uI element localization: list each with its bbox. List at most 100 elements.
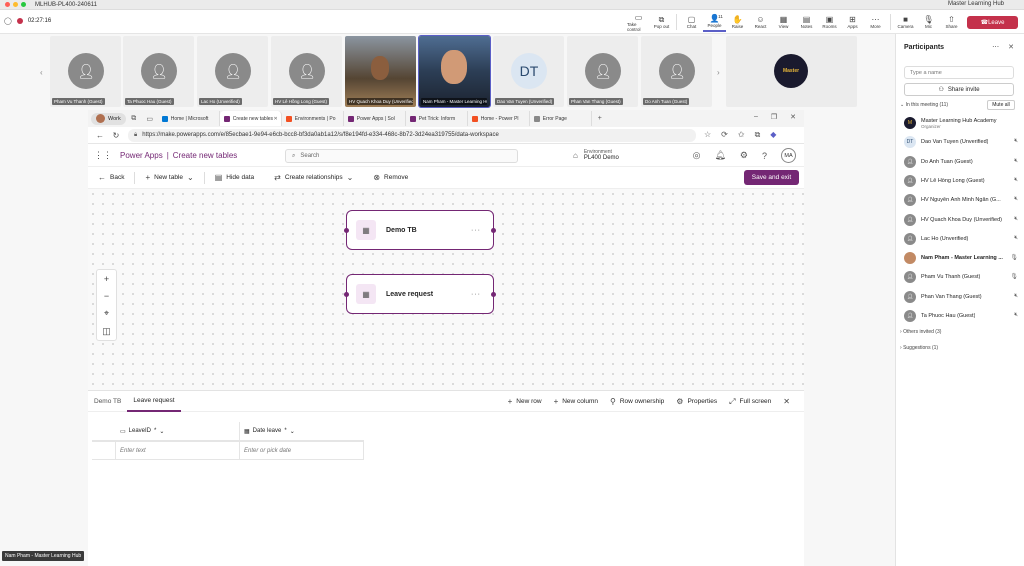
chevron-right-icon[interactable]: › bbox=[717, 68, 720, 77]
raise-button[interactable]: ✋ Raise bbox=[726, 12, 749, 32]
new-table-button[interactable]: + New table ⌄ bbox=[135, 173, 203, 182]
back-button[interactable]: ← Back bbox=[88, 173, 134, 182]
collections-icon[interactable]: ⧉ bbox=[755, 130, 761, 140]
gear-icon[interactable]: ⚙ bbox=[740, 150, 748, 161]
participant-row[interactable]: 👤︎ HV Lê Hồng Long (Guest) 🔇︎ bbox=[904, 173, 1018, 189]
more-icon[interactable]: ··· bbox=[471, 227, 481, 234]
mute-all-button[interactable]: Mute all bbox=[987, 100, 1015, 110]
participant-row[interactable]: Nam Pham - Master Learning ... 🎙︎ bbox=[904, 250, 1018, 266]
browser-tab-home-microsoft[interactable]: Home | Microsoft bbox=[158, 111, 220, 126]
mic-muted-icon[interactable]: 🔇︎ bbox=[1014, 216, 1018, 223]
share-button[interactable]: ⇧ Share bbox=[940, 12, 963, 32]
back-arrow-icon[interactable]: ← bbox=[92, 131, 108, 140]
table-node-leave-request[interactable]: ▦ Leave request ··· bbox=[344, 274, 496, 314]
bell-icon[interactable]: 🔔︎ bbox=[714, 150, 725, 161]
browser-tab-create-new-tables[interactable]: Create new tables ✕ bbox=[219, 111, 282, 126]
column-header-date-leave[interactable]: ▦ Date leave * ⌄ bbox=[240, 422, 364, 441]
apps-button[interactable]: ⊞ Apps bbox=[841, 12, 864, 32]
table-designer-canvas[interactable]: ▦ Demo TB ··· ▦ Leave request ··· + − ⌖ … bbox=[88, 189, 804, 429]
zoom-out-icon[interactable]: − bbox=[104, 291, 109, 301]
mic-muted-icon[interactable]: 🔇︎ bbox=[1014, 235, 1018, 242]
properties-button[interactable]: ⚙ Properties bbox=[670, 397, 723, 406]
new-row-button[interactable]: + New row bbox=[502, 397, 548, 406]
close-panel-button[interactable]: ✕ bbox=[777, 397, 796, 406]
close-icon[interactable]: ✕ bbox=[274, 116, 278, 122]
browser-tab-home-power-pl[interactable]: Home - Power Pl bbox=[468, 111, 530, 126]
view-button[interactable]: ▦ View bbox=[772, 12, 795, 32]
mic-button[interactable]: 🎙 Mic bbox=[917, 12, 940, 32]
participant-row[interactable]: 👤︎ HV Quach Khoa Duy (Unverified) 🔇︎ bbox=[904, 212, 1018, 228]
take-control-button[interactable]: ▭ Take control bbox=[627, 12, 650, 32]
tab-demo-tb[interactable]: Demo TB bbox=[88, 391, 127, 412]
rooms-button[interactable]: ▣ Rooms bbox=[818, 12, 841, 32]
participant-tile[interactable]: 👤︎ Phan Van Thang (Guest) bbox=[567, 36, 638, 107]
zoom-window-button[interactable] bbox=[21, 2, 26, 7]
help-icon[interactable]: ? bbox=[762, 151, 767, 161]
participant-row[interactable]: 👤︎ HV Nguyễn Ánh Minh Ngân (G... 🔇︎ bbox=[904, 192, 1018, 208]
copilot-header-icon[interactable]: ◎ bbox=[693, 150, 701, 161]
star-icon[interactable]: ☆ bbox=[704, 130, 711, 140]
chat-button[interactable]: ▢ Chat bbox=[680, 12, 703, 32]
more-icon[interactable]: ··· bbox=[471, 291, 481, 298]
participant-tile[interactable]: HV Quach Khoa Duy (Unverified) bbox=[345, 36, 416, 107]
suggestions-section[interactable]: › Suggestions (1) bbox=[900, 345, 938, 351]
environment-picker[interactable]: ⌂ Environment PL400 Demo bbox=[573, 149, 619, 162]
participant-row[interactable]: 👤︎ Lac Ho (Unverified) 🔇︎ bbox=[904, 231, 1018, 247]
participant-tile[interactable]: 👤︎ Lac Ho (Unverified) bbox=[197, 36, 268, 107]
participant-tile[interactable]: 👤︎ Do Anh Tuan (Guest) bbox=[641, 36, 712, 107]
date-leave-input[interactable]: Enter or pick date bbox=[240, 441, 364, 460]
organizer-tile[interactable]: Master bbox=[726, 36, 857, 107]
new-column-button[interactable]: + New column bbox=[548, 397, 604, 406]
create-relationships-button[interactable]: ⇄ Create relationships ⌄ bbox=[264, 173, 363, 182]
participant-tile[interactable]: 👤︎ Ta Phuoc Hau (Guest) bbox=[123, 36, 194, 107]
participant-row[interactable]: 👤︎ Phan Van Thang (Guest) 🔇︎ bbox=[904, 289, 1018, 305]
remove-button[interactable]: ⊗ Remove bbox=[363, 173, 418, 182]
search-input[interactable]: ⌕ Search bbox=[285, 149, 518, 163]
hide-data-button[interactable]: ▤ Hide data bbox=[205, 173, 264, 182]
people-button[interactable]: 👤 11 People bbox=[703, 12, 726, 32]
browser-tab-error-page[interactable]: Error Page bbox=[530, 111, 592, 126]
more-button[interactable]: ⋯ More bbox=[864, 12, 887, 32]
app-name[interactable]: Power Apps bbox=[120, 151, 163, 160]
pop-out-button[interactable]: ⧉ Pop out bbox=[650, 12, 673, 32]
mic-muted-icon[interactable]: 🔇︎ bbox=[1014, 293, 1018, 300]
url-field[interactable]: 🔒︎ https://make.powerapps.com/e/85ecbae1… bbox=[128, 128, 696, 142]
leaveid-input[interactable]: Enter text bbox=[116, 441, 240, 460]
column-header-leaveid[interactable]: ▭ LeaveID * ⌄ bbox=[116, 422, 240, 441]
zoom-in-icon[interactable]: + bbox=[104, 274, 109, 284]
mic-muted-icon[interactable]: 🔇︎ bbox=[1014, 196, 1018, 203]
map-icon[interactable]: ◫ bbox=[102, 326, 111, 337]
mic-icon[interactable]: 🎙︎ bbox=[1010, 254, 1018, 261]
minimize-window-button[interactable] bbox=[13, 2, 18, 7]
in-meeting-section[interactable]: ⌄ In this meeting (11) bbox=[900, 102, 948, 108]
leave-button[interactable]: ☎ Leave bbox=[967, 16, 1018, 29]
new-tab-icon[interactable]: + bbox=[592, 115, 608, 122]
close-window-button[interactable] bbox=[5, 2, 10, 7]
share-invite-button[interactable]: ⚇ Share invite bbox=[904, 83, 1014, 96]
participant-row[interactable]: 👤︎ Do Anh Tuan (Guest) 🔇︎ bbox=[904, 154, 1018, 170]
full-screen-button[interactable]: ⤢ Full screen bbox=[723, 397, 777, 407]
mic-icon[interactable]: 🎙︎ bbox=[1010, 273, 1018, 280]
participant-tile[interactable]: DT Dao Van Tuyen (Unverified) bbox=[493, 36, 564, 107]
react-button[interactable]: ☺ React bbox=[749, 12, 772, 32]
refresh-icon[interactable]: ↻ bbox=[108, 131, 124, 140]
camera-button[interactable]: ■ Camera bbox=[894, 12, 917, 32]
row-ownership-button[interactable]: ⚲ Row ownership bbox=[604, 397, 670, 406]
more-options-icon[interactable]: ⋯ bbox=[992, 43, 999, 51]
browser-tab-environments-po[interactable]: Environments | Po bbox=[282, 111, 344, 126]
favorites-icon[interactable]: ✩ bbox=[738, 130, 745, 140]
notes-button[interactable]: ▤ Notes bbox=[795, 12, 818, 32]
mic-muted-icon[interactable]: 🔇︎ bbox=[1014, 138, 1018, 145]
participant-tile[interactable]: 👤︎ Pham Vu Thanh (Guest) bbox=[50, 36, 121, 107]
close-icon[interactable]: ✕ bbox=[1008, 43, 1014, 51]
connector-right[interactable] bbox=[491, 292, 496, 297]
browser-tab-pet-trick-inform[interactable]: Pet Trick: Inform bbox=[406, 111, 468, 126]
participant-row[interactable]: 👤︎ Pham Vu Thanh (Guest) 🎙︎ bbox=[904, 269, 1018, 285]
connector-left[interactable] bbox=[344, 228, 349, 233]
participant-row[interactable]: 👤︎ Ta Phuoc Hau (Guest) 🔇︎ bbox=[904, 308, 1018, 324]
refresh-page-icon[interactable]: ⟳ bbox=[721, 130, 728, 140]
tab-leave-request[interactable]: Leave request bbox=[127, 391, 181, 412]
participant-tile[interactable]: 👤︎ HV Lê Hồng Long (Guest) bbox=[271, 36, 342, 107]
table-node-demo-tb[interactable]: ▦ Demo TB ··· bbox=[344, 210, 496, 250]
minimize-icon[interactable]: – bbox=[754, 113, 758, 121]
